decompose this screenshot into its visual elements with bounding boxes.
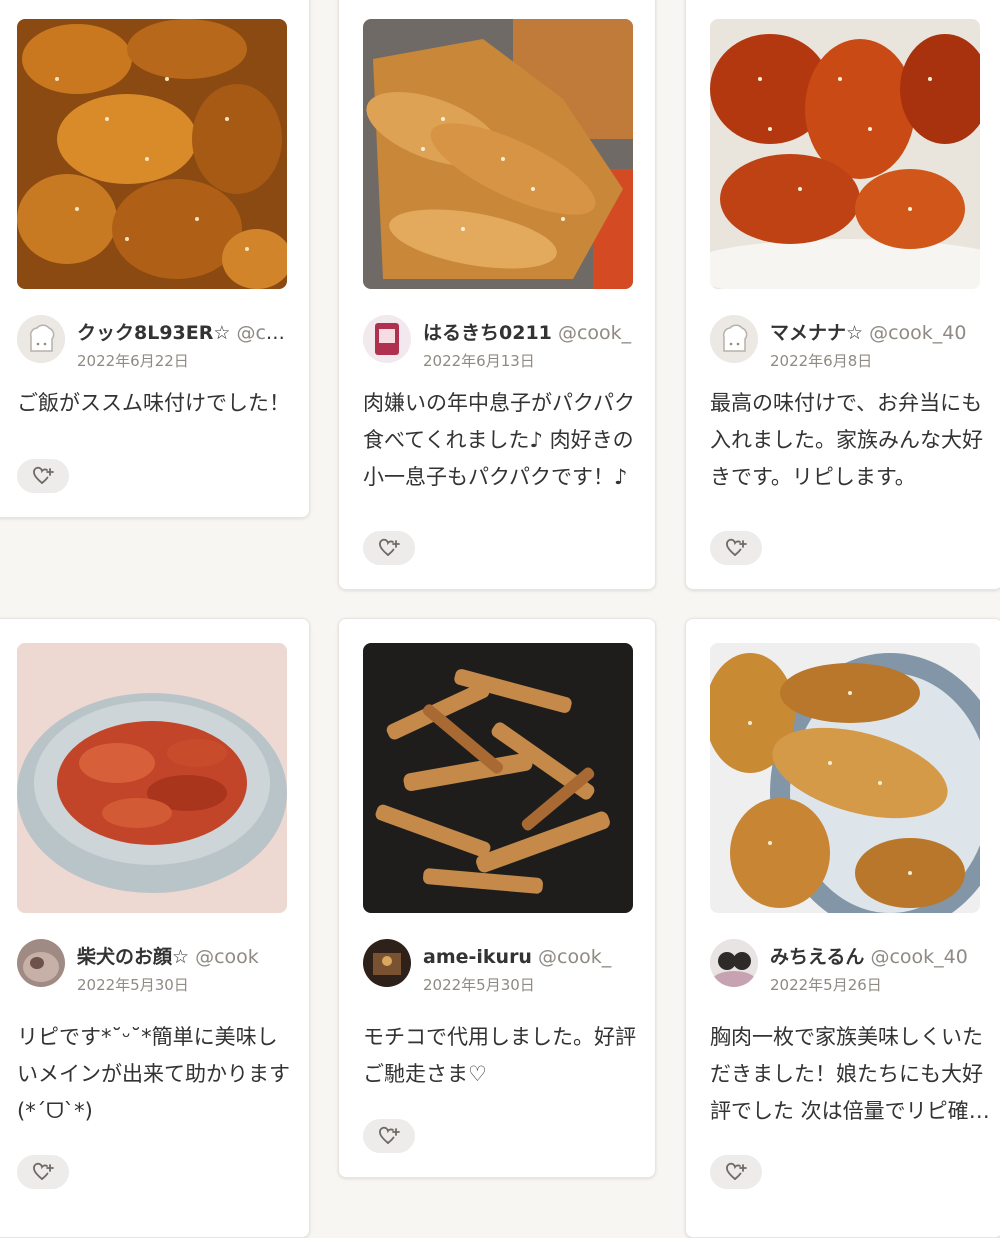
reporter-username[interactable]: 柴犬のお顔☆: [77, 946, 189, 968]
reporter-handle: @cook_: [236, 322, 292, 344]
reporter-handle: @cook_: [557, 322, 632, 344]
user-photo-avatar-icon: [363, 939, 411, 987]
report-photo[interactable]: [710, 643, 980, 913]
heart-plus-icon: [33, 466, 54, 484]
avatar[interactable]: [710, 315, 758, 363]
reporter-info[interactable]: クック8L93ER☆ @cook_ 2022年6月22日: [17, 315, 307, 370]
chicken-in-pan-photo: [363, 643, 633, 913]
report-photo[interactable]: [17, 643, 287, 913]
report-photo[interactable]: [363, 19, 633, 289]
reporter-info[interactable]: 柴犬のお顔☆ @cook 2022年5月30日: [17, 939, 307, 994]
report-photo[interactable]: [710, 19, 980, 289]
report-date: 2022年6月13日: [423, 352, 535, 370]
sweet-chili-chicken-photo: [710, 19, 980, 289]
reporter-info[interactable]: はるきち0211 @cook_ 2022年6月13日: [363, 315, 653, 370]
reporter-name-line[interactable]: マメナナ☆ @cook_40: [770, 321, 985, 345]
reporter-name-line[interactable]: はるきち0211 @cook_: [423, 321, 638, 345]
like-button[interactable]: [710, 531, 762, 565]
avatar[interactable]: [363, 939, 411, 987]
reporter-info[interactable]: ame-ikuru @cook_ 2022年5月30日: [363, 939, 653, 994]
like-button[interactable]: [363, 531, 415, 565]
reporter-handle: @cook_40: [870, 946, 968, 968]
avatar[interactable]: [17, 939, 65, 987]
report-comment: リピです*˘ᵕ˘*簡単に美味しいメインが出来て助かります(*´ᗜ`*): [17, 1025, 290, 1123]
default-chef-avatar-icon: [710, 315, 758, 363]
report-comment: モチコで代用しました。好評ご馳走さま♡: [363, 1025, 636, 1086]
user-photo-avatar-icon: [710, 939, 758, 987]
avatar[interactable]: [17, 315, 65, 363]
reporter-name-line[interactable]: ame-ikuru @cook_: [423, 945, 638, 969]
heart-plus-icon: [379, 1126, 400, 1144]
report-comment: 最高の味付けで、お弁当にも入れました。家族みんな大好きです。リピします。: [710, 391, 983, 489]
report-comment: 胸肉一枚で家族美味しくいただきました！娘たちにも大好評でした 次は倍量でリピ確定…: [710, 1025, 990, 1123]
reporter-username[interactable]: ame-ikuru: [423, 946, 532, 968]
reporter-username[interactable]: クック8L93ER☆: [77, 322, 230, 344]
reporter-name-line[interactable]: みちえるん @cook_40: [770, 945, 985, 969]
report-photo[interactable]: [17, 19, 287, 289]
recipe-report-card[interactable]: はるきち0211 @cook_ 2022年6月13日 肉嫌いの年中息子がパクパク…: [338, 0, 656, 590]
like-button[interactable]: [17, 459, 69, 493]
reporter-handle: @cook_: [538, 946, 612, 968]
reporter-name-line[interactable]: 柴犬のお顔☆ @cook: [77, 945, 292, 969]
recipe-report-card[interactable]: みちえるん @cook_40 2022年5月26日 胸肉一枚で家族美味しくいただ…: [685, 618, 1000, 1238]
report-comment: ご飯がススム味付けでした！: [17, 391, 290, 415]
chicken-in-bowl-photo: [17, 643, 287, 913]
report-comment: 肉嫌いの年中息子がパクパク食べてくれました♪ 肉好きの小一息子もパクパクです！♪: [363, 391, 635, 489]
recipe-report-card[interactable]: 柴犬のお顔☆ @cook 2022年5月30日 リピです*˘ᵕ˘*簡単に美味しい…: [0, 618, 310, 1238]
reporter-username[interactable]: マメナナ☆: [770, 322, 863, 344]
avatar[interactable]: [710, 939, 758, 987]
user-photo-avatar-icon: [363, 315, 411, 363]
like-button[interactable]: [363, 1119, 415, 1153]
user-photo-avatar-icon: [17, 939, 65, 987]
report-date: 2022年5月30日: [423, 976, 535, 994]
reporter-handle: @cook_40: [869, 322, 967, 344]
report-date: 2022年5月26日: [770, 976, 882, 994]
report-photo[interactable]: [363, 643, 633, 913]
report-date: 2022年6月22日: [77, 352, 189, 370]
reporter-name-line[interactable]: クック8L93ER☆ @cook_: [77, 321, 292, 345]
reporter-info[interactable]: みちえるん @cook_40 2022年5月26日: [710, 939, 1000, 994]
reporter-username[interactable]: はるきち0211: [423, 322, 552, 344]
reporter-info[interactable]: マメナナ☆ @cook_40 2022年6月8日: [710, 315, 1000, 370]
heart-plus-icon: [726, 538, 747, 556]
heart-plus-icon: [33, 1162, 54, 1180]
avatar[interactable]: [363, 315, 411, 363]
like-button[interactable]: [17, 1155, 69, 1189]
recipe-report-card[interactable]: ame-ikuru @cook_ 2022年5月30日 モチコで代用しました。好…: [338, 618, 656, 1178]
heart-plus-icon: [379, 538, 400, 556]
glazed-chicken-strips-photo: [363, 19, 633, 289]
heart-plus-icon: [726, 1162, 747, 1180]
recipe-report-card[interactable]: マメナナ☆ @cook_40 2022年6月8日 最高の味付けで、お弁当にも入れ…: [685, 0, 1000, 590]
reporter-handle: @cook: [195, 946, 259, 968]
report-date: 2022年5月30日: [77, 976, 189, 994]
fried-chicken-sesame-photo: [17, 19, 287, 289]
fried-chicken-plate-photo: [710, 643, 980, 913]
report-date: 2022年6月8日: [770, 352, 873, 370]
default-chef-avatar-icon: [17, 315, 65, 363]
reporter-username[interactable]: みちえるん: [770, 946, 864, 968]
like-button[interactable]: [710, 1155, 762, 1189]
recipe-report-card[interactable]: クック8L93ER☆ @cook_ 2022年6月22日 ご飯がススム味付けでし…: [0, 0, 310, 518]
